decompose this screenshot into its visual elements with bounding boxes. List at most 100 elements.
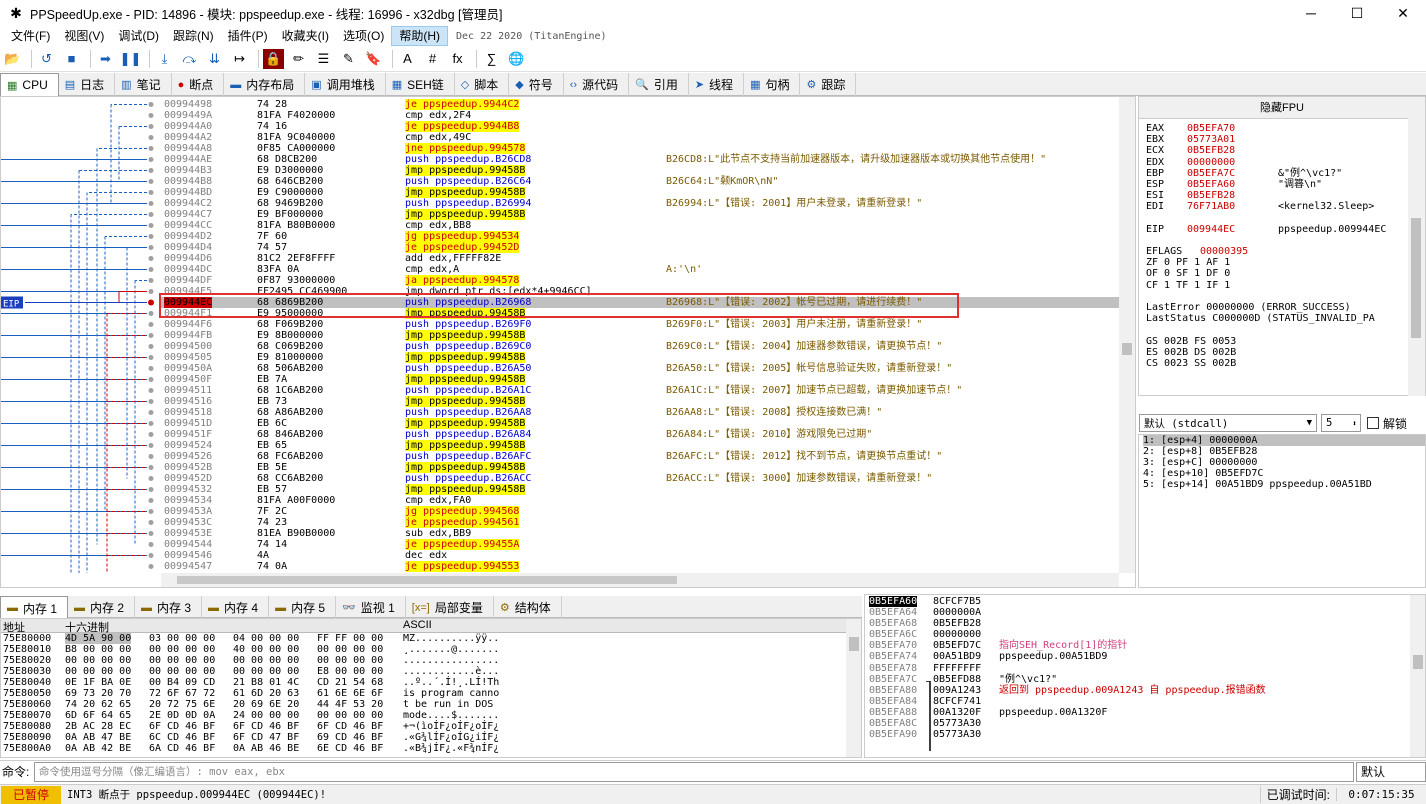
menu-item[interactable]: 视图(V)	[57, 26, 111, 46]
disasm-row[interactable]: 00994532 EB 57 jmp ppspeedup.99458B	[161, 484, 1121, 495]
restart-icon[interactable]: ↺	[36, 49, 57, 69]
disasm-row[interactable]: 00994546 4A dec edx	[161, 550, 1121, 561]
row-dot[interactable]	[148, 256, 154, 261]
stack-row[interactable]: 0B5EFA70 0B5EFD7C 指向SEH_Record[1]的指针	[865, 640, 1425, 651]
patch-icon[interactable]: 🔒	[263, 48, 284, 69]
calculator-icon[interactable]: ∑	[481, 49, 502, 69]
stack-row[interactable]: 0B5EFA88 00A1320F ppspeedup.00A1320F	[865, 707, 1425, 718]
disasm-row[interactable]: 0099451D EB 6C jmp ppspeedup.99458B	[161, 418, 1121, 429]
memory-tab[interactable]: ▬ 内存 1	[0, 596, 69, 619]
disasm-row[interactable]: 0099452B EB 5E jmp ppspeedup.99458B	[161, 462, 1121, 473]
menu-item[interactable]: 插件(P)	[221, 26, 275, 46]
stack-pane[interactable]: 0B5EFA60 8CFCF7B5 0B5EFA64 0000000A 0B5EFA68…	[864, 594, 1426, 758]
tab-handle[interactable]: ▦ 句柄	[744, 73, 801, 96]
row-dot[interactable]	[148, 157, 154, 162]
tab-callstack[interactable]: ▣ 调用堆栈	[305, 73, 386, 96]
register-row[interactable]: ECX 0B5EFB28	[1145, 145, 1411, 156]
disasm-row[interactable]: 009944A0 74 16 je ppspeedup.9944B8	[161, 121, 1121, 132]
row-dot[interactable]	[148, 520, 154, 525]
tab-seh[interactable]: ▦ SEH链	[386, 73, 455, 96]
row-dot[interactable]	[148, 234, 154, 239]
row-dot[interactable]	[148, 135, 154, 140]
unlock-checkbox[interactable]	[1367, 417, 1379, 429]
hex-vscroll[interactable]	[846, 619, 861, 757]
row-dot[interactable]	[148, 564, 154, 569]
memory-tab[interactable]: 👓 监视 1	[336, 596, 406, 619]
scroll-thumb[interactable]	[1122, 343, 1132, 355]
hex-dump-pane[interactable]: 地址 十六进制 ASCII 75E80000 4D 5A 90 00 03 00 0…	[0, 618, 862, 758]
disasm-row[interactable]: 009944FB E9 8B000000 jmp ppspeedup.99458B	[161, 330, 1121, 341]
disasm-row[interactable]: 00994526 68 FC6AB200 push ppspeedup.B26AFC…	[161, 451, 1121, 462]
row-dot[interactable]	[148, 355, 154, 360]
register-row[interactable]: ESI 0B5EFB28	[1145, 190, 1411, 201]
disasm-row[interactable]: 00994534 81FA A00F0000 cmp edx,FA0	[161, 495, 1121, 506]
menu-item[interactable]: 选项(O)	[336, 26, 391, 46]
tab-cpu[interactable]: ▦ CPU	[0, 73, 59, 96]
row-dot[interactable]	[148, 465, 154, 470]
disasm-row[interactable]: 009944B3 E9 D3000000 jmp ppspeedup.99458B	[161, 165, 1121, 176]
row-dot[interactable]	[148, 432, 154, 437]
row-dot[interactable]	[148, 267, 154, 272]
tab-memory-map[interactable]: ▬ 内存布局	[224, 73, 306, 96]
register-row[interactable]: EAX 0B5EFA70	[1145, 123, 1411, 134]
tab-log[interactable]: ▤ 日志	[59, 73, 116, 96]
row-dot[interactable]	[148, 553, 154, 558]
disasm-row[interactable]: 009944C2 68 9469B200 push ppspeedup.B26994…	[161, 198, 1121, 209]
disasm-row[interactable]: 0099453C 74 23 je ppspeedup.994561	[161, 517, 1121, 528]
disasm-row[interactable]: 00994511 68 1C6AB200 push ppspeedup.B26A1C…	[161, 385, 1121, 396]
disasm-row[interactable]: 009944C7 E9 BF000000 jmp ppspeedup.99458B	[161, 209, 1121, 220]
row-dot[interactable]	[148, 146, 154, 151]
tab-breakpoint[interactable]: ● 断点	[172, 73, 225, 96]
hex-row[interactable]: 75E80050 69 73 20 70 72 6F 67 72 61 6D 20 6…	[1, 688, 861, 699]
row-dot[interactable]	[148, 179, 154, 184]
function-icon[interactable]: fx	[447, 49, 468, 69]
row-dot[interactable]	[148, 443, 154, 448]
disasm-row[interactable]: 009944DC 83FA 0A cmp edx,A A:'\n'	[161, 264, 1121, 275]
register-row[interactable]: ESP 0B5EFA60 "调簭\n"	[1145, 179, 1411, 190]
disasm-row[interactable]: 009944B8 68 646CB200 push ppspeedup.B26C64…	[161, 176, 1121, 187]
row-dot[interactable]	[148, 454, 154, 459]
disasm-row[interactable]: 00994544 74 14 je ppspeedup.99455A	[161, 539, 1121, 550]
memory-tab[interactable]: ▬ 内存 5	[269, 596, 337, 619]
minimize-button[interactable]: ─	[1288, 0, 1334, 26]
hide-fpu-button[interactable]: 隐藏FPU	[1139, 97, 1425, 119]
disasm-row[interactable]: 00994500 68 C069B200 push ppspeedup.B269C0…	[161, 341, 1121, 352]
row-dot[interactable]	[148, 201, 154, 206]
register-row[interactable]: EIP 009944EC ppspeedup.009944EC	[1145, 224, 1411, 235]
disasm-row[interactable]: 009944D6 81C2 2EF8FFFF add edx,FFFFF82E	[161, 253, 1121, 264]
memory-tab[interactable]: ▬ 内存 4	[202, 596, 270, 619]
disassembly-pane[interactable]: EIP 00994498 74 28 je ppspeedup.9944C2 0099…	[0, 96, 1136, 588]
command-mode-select[interactable]: 默认	[1356, 761, 1426, 782]
disasm-row[interactable]: 009944A2 81FA 9C040000 cmp edx,49C	[161, 132, 1121, 143]
stack-row[interactable]: 0B5EFA60 8CFCF7B5	[865, 596, 1425, 608]
disasm-row[interactable]: 0099451F 68 846AB200 push ppspeedup.B26A84…	[161, 429, 1121, 440]
row-dot[interactable]	[148, 377, 154, 382]
disasm-row[interactable]: 0099450A 68 506AB200 push ppspeedup.B26A50…	[161, 363, 1121, 374]
stack-row[interactable]: 0B5EFA68 0B5EFB28	[865, 618, 1425, 629]
tab-reference[interactable]: 🔍 引用	[629, 73, 689, 96]
disasm-row[interactable]: 009944D2 7F 60 jg ppspeedup.994534	[161, 231, 1121, 242]
memory-tab[interactable]: [x=] 局部变量	[406, 596, 494, 619]
row-dot[interactable]	[148, 421, 154, 426]
hex-row[interactable]: 75E80010 B8 00 00 00 00 00 00 00 40 00 00 0…	[1, 644, 861, 655]
memory-tab[interactable]: ⚙ 结构体	[494, 596, 562, 619]
register-row[interactable]: EBX 05773A01	[1145, 134, 1411, 145]
row-dot[interactable]	[148, 487, 154, 492]
stack-arg-row[interactable]: 3: [esp+C] 00000000	[1143, 457, 1425, 468]
step-into-icon[interactable]: ⤓	[154, 49, 175, 69]
stack-arguments[interactable]: 1: [esp+4] 0000000A 2: [esp+8] 0B5EFB28 3:…	[1138, 434, 1426, 588]
row-dot[interactable]	[148, 542, 154, 547]
menu-item[interactable]: 调试(D)	[111, 26, 166, 46]
stack-row[interactable]: 0B5EFA8C 05773A30	[865, 718, 1425, 729]
menu-item[interactable]: 帮助(H)	[391, 26, 448, 46]
memory-tab[interactable]: ▬ 内存 3	[135, 596, 203, 619]
script-icon[interactable]: ✏	[288, 49, 309, 69]
tab-notes[interactable]: ▥ 笔记	[115, 73, 172, 96]
stack-arg-row[interactable]: 1: [esp+4] 0000000A	[1143, 435, 1425, 446]
row-dot[interactable]	[148, 124, 154, 129]
hex-row[interactable]: 75E80080 2B AC 28 EC 6F CD 46 BF 6F CD 46 B…	[1, 721, 861, 732]
row-dot[interactable]	[148, 311, 154, 316]
stack-row[interactable]: 0B5EFA84 8CFCF741	[865, 696, 1425, 707]
row-dot[interactable]	[148, 333, 154, 338]
row-dot[interactable]	[148, 344, 154, 349]
